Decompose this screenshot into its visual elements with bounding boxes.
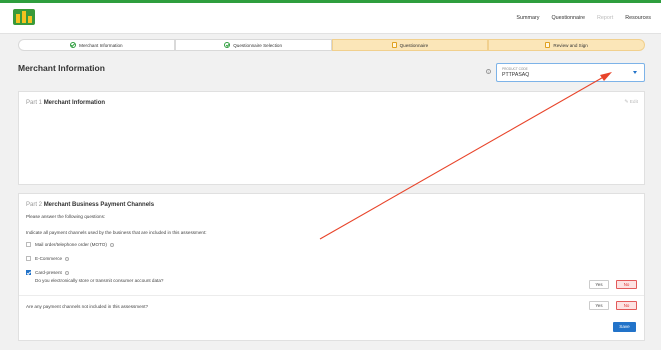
help-icon: [65, 256, 70, 261]
part1-title: Part 1 Merchant Information: [26, 100, 106, 106]
step-progress: Merchant Information Questionnaire Selec…: [18, 39, 645, 51]
card-present-label: Card-present: [35, 270, 69, 275]
step-questionnaire-selection[interactable]: Questionnaire Selection: [174, 39, 332, 51]
save-button[interactable]: Save: [613, 322, 636, 332]
q2-no-button[interactable]: No: [616, 301, 637, 310]
nav-report[interactable]: Report: [597, 15, 613, 21]
edit-button[interactable]: ✎ Edit: [624, 100, 638, 105]
ecommerce-label: E-Commerce: [35, 256, 70, 261]
card-present-checkbox[interactable]: [26, 270, 31, 275]
main-nav: Summary Questionnaire Report Resources: [516, 15, 651, 21]
app-logo[interactable]: [13, 9, 35, 25]
step-label: Merchant Information: [79, 42, 123, 48]
nav-summary[interactable]: Summary: [516, 15, 539, 21]
moto-checkbox[interactable]: [26, 242, 31, 247]
top-bar: Summary Questionnaire Report Resources: [0, 0, 661, 34]
step-review-and-sign[interactable]: Review and Sign: [488, 39, 645, 51]
page-title: Merchant Information: [18, 63, 105, 73]
check-circle-icon: [70, 42, 77, 48]
q1-no-button[interactable]: No: [616, 280, 637, 289]
chevron-down-icon: [633, 71, 637, 74]
step-label: Questionnaire Selection: [233, 42, 283, 48]
step-questionnaire[interactable]: Questionnaire: [331, 39, 489, 51]
q2-yes-button[interactable]: Yes: [589, 301, 609, 310]
q2-text: Are any payment channels not included in…: [26, 304, 149, 309]
product-code-select[interactable]: PRODUCT CODE PTTPASAQ: [496, 63, 645, 82]
divider: [19, 295, 644, 296]
q1-yes-button[interactable]: Yes: [589, 280, 609, 289]
document-icon: [545, 42, 551, 48]
q1-text: Do you electronically store or transmit …: [35, 278, 164, 283]
select-label: PRODUCT CODE: [502, 67, 528, 71]
help-icon: [109, 242, 114, 247]
nav-resources[interactable]: Resources: [625, 15, 651, 21]
info-icon[interactable]: i: [486, 69, 491, 74]
part2-intro: Please answer the following questions:: [26, 214, 106, 219]
moto-label: Mail order/telephone order (MOTO): [35, 242, 114, 247]
part2-card: Part 2 Merchant Business Payment Channel…: [18, 193, 645, 341]
step-merchant-information[interactable]: Merchant Information: [18, 39, 175, 51]
help-icon: [64, 270, 69, 275]
step-label: Questionnaire: [399, 42, 429, 48]
part2-title: Part 2 Merchant Business Payment Channel…: [26, 202, 155, 208]
part1-card: Part 1 Merchant Information ✎ Edit: [18, 91, 645, 185]
step-label: Review and Sign: [553, 42, 588, 48]
document-icon: [391, 42, 397, 48]
nav-questionnaire[interactable]: Questionnaire: [551, 15, 585, 21]
select-value: PTTPASAQ: [502, 72, 530, 78]
check-circle-icon: [224, 42, 231, 48]
part2-indicate: Indicate all payment channels used by th…: [26, 230, 207, 235]
ecommerce-checkbox[interactable]: [26, 256, 31, 261]
